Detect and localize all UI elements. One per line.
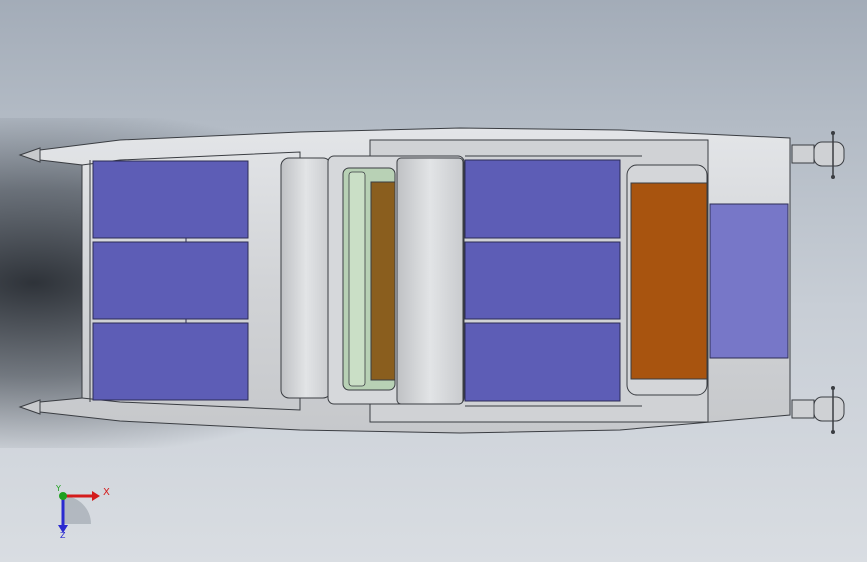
reference-triad (58, 491, 100, 533)
bow-seat-1[interactable] (92, 160, 249, 239)
console-left-bulkhead (280, 157, 332, 399)
bow-seat-2[interactable] (92, 241, 249, 320)
bow-seat-3[interactable] (92, 322, 249, 401)
starboard-outboard-engine[interactable] (791, 386, 845, 434)
catamaran-model[interactable] (0, 0, 867, 562)
cockpit-seat-1[interactable] (464, 159, 621, 239)
aft-wood-deck[interactable] (630, 182, 708, 380)
transom-pad[interactable] (709, 203, 789, 359)
triad-x-label: X (103, 487, 110, 498)
helm-seat-back[interactable] (396, 157, 464, 405)
helm-dash (370, 181, 396, 381)
3d-viewport[interactable]: X Y Z (0, 0, 867, 562)
cockpit-seat-3[interactable] (464, 322, 621, 402)
y-axis-dot (59, 492, 67, 500)
starboard-bow (18, 399, 41, 415)
triad-z-label: Z (60, 531, 66, 540)
cockpit-seat-2[interactable] (464, 241, 621, 320)
cockpit-seats[interactable] (464, 159, 621, 402)
bow-seats[interactable] (92, 160, 249, 401)
port-outboard-engine[interactable] (791, 131, 845, 179)
port-bow (18, 147, 41, 163)
triad-y-label: Y (56, 484, 61, 493)
windscreen-inner (348, 171, 366, 387)
